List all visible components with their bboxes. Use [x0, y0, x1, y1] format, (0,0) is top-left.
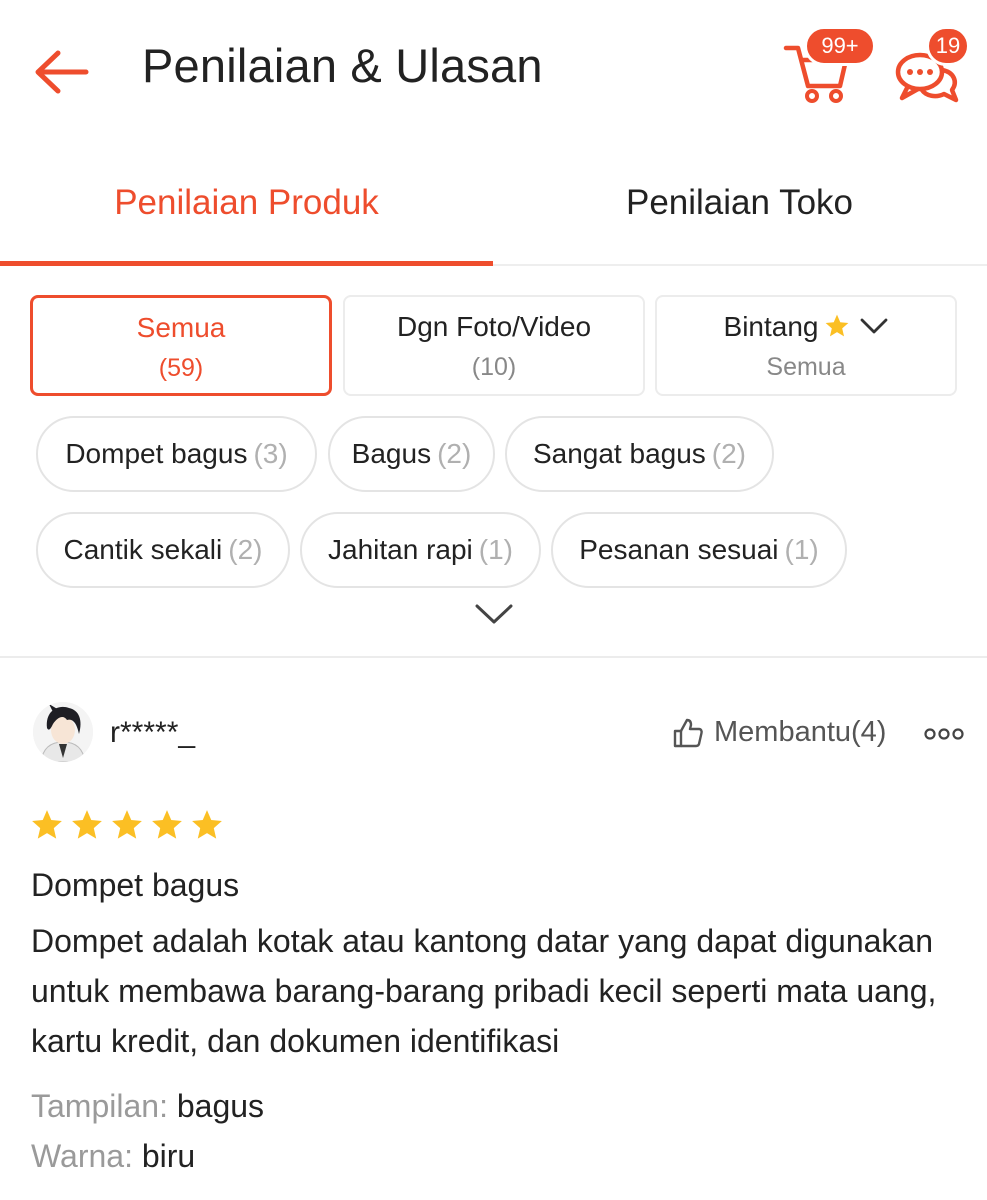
- keyword-chip[interactable]: Sangat bagus (2): [505, 416, 774, 492]
- reviewer-username: r*****_: [110, 716, 196, 749]
- chip-label: Sangat bagus: [532, 438, 706, 469]
- chip-count: (1): [478, 534, 513, 565]
- star-icon: [32, 810, 62, 839]
- more-dots-icon: [924, 728, 964, 740]
- chip-count: (2): [711, 438, 747, 469]
- filter-star-label: Bintang: [723, 311, 819, 342]
- arrow-left-icon: [35, 50, 89, 94]
- cart-button[interactable]: 99+: [782, 26, 882, 105]
- thumbs-up-icon: [673, 718, 703, 747]
- chip-count: (2): [437, 438, 472, 469]
- chip-count: (2): [228, 534, 263, 565]
- chip-label: Pesanan sesuai: [579, 534, 779, 565]
- review-body: Dompet adalah kotak atau kantong datar y…: [31, 923, 937, 1059]
- active-tab-indicator: [0, 261, 493, 266]
- filter-all-label: Semua: [136, 312, 226, 343]
- back-button[interactable]: [30, 38, 94, 102]
- more-options-button[interactable]: [924, 726, 964, 742]
- tab-shop-rating[interactable]: Penilaian Toko: [493, 140, 986, 266]
- keyword-chip[interactable]: Dompet bagus (3): [36, 416, 317, 492]
- star-icon: [826, 314, 849, 337]
- chip-count: (1): [784, 534, 819, 565]
- chip-label: Bagus: [351, 438, 432, 469]
- star-icon: [112, 810, 142, 839]
- filter-photo-video-count: (10): [471, 353, 517, 381]
- helpful-button[interactable]: Membantu(4): [672, 716, 886, 749]
- attribute-key: Warna:: [31, 1138, 133, 1174]
- rating-stars: [30, 808, 224, 842]
- star-icon: [72, 810, 102, 839]
- attribute-value: biru: [141, 1138, 196, 1174]
- filter-star-row: Bintang: [657, 311, 955, 343]
- star-icon: [152, 810, 182, 839]
- page-title: Penilaian & Ulasan: [142, 39, 543, 92]
- avatar: [33, 702, 93, 762]
- review-tabs: Penilaian Produk Penilaian Toko: [0, 140, 987, 266]
- review-title: Dompet bagus: [31, 867, 240, 903]
- expand-chips-button[interactable]: [474, 600, 514, 630]
- filter-star-value: Semua: [766, 353, 846, 381]
- app-header: Penilaian & Ulasan 99+ 19: [0, 0, 987, 140]
- keyword-chip[interactable]: Jahitan rapi (1): [300, 512, 541, 588]
- section-divider: [0, 656, 987, 658]
- helpful-label: Membantu(4): [714, 716, 887, 748]
- chip-label: Jahitan rapi: [328, 534, 473, 565]
- attribute-value: bagus: [176, 1088, 265, 1124]
- chat-count-badge: 19: [926, 26, 970, 66]
- filter-photo-video[interactable]: Dgn Foto/Video (10): [343, 295, 645, 396]
- chevron-down-icon: [475, 604, 513, 624]
- filter-all[interactable]: Semua (59): [30, 295, 332, 396]
- filter-star[interactable]: Bintang Semua: [655, 295, 957, 396]
- keyword-chip[interactable]: Cantik sekali (2): [36, 512, 290, 588]
- avatar-image: [33, 702, 93, 762]
- filter-photo-video-label: Dgn Foto/Video: [396, 311, 592, 342]
- filter-all-count: (59): [158, 354, 204, 382]
- chevron-down-icon: [861, 318, 888, 334]
- review-attribute: Warna: biru: [31, 1138, 195, 1175]
- tab-product-rating[interactable]: Penilaian Produk: [0, 140, 493, 266]
- star-icon: [192, 810, 222, 839]
- review-attribute: Tampilan: bagus: [31, 1088, 264, 1125]
- chip-label: Cantik sekali: [63, 534, 223, 565]
- chip-label: Dompet bagus: [65, 438, 248, 469]
- chip-count: (3): [253, 438, 288, 469]
- keyword-chip[interactable]: Bagus (2): [328, 416, 495, 492]
- chat-button[interactable]: 19: [890, 26, 976, 105]
- cart-count-badge: 99+: [804, 26, 876, 66]
- attribute-key: Tampilan:: [31, 1088, 168, 1124]
- keyword-chip[interactable]: Pesanan sesuai (1): [551, 512, 847, 588]
